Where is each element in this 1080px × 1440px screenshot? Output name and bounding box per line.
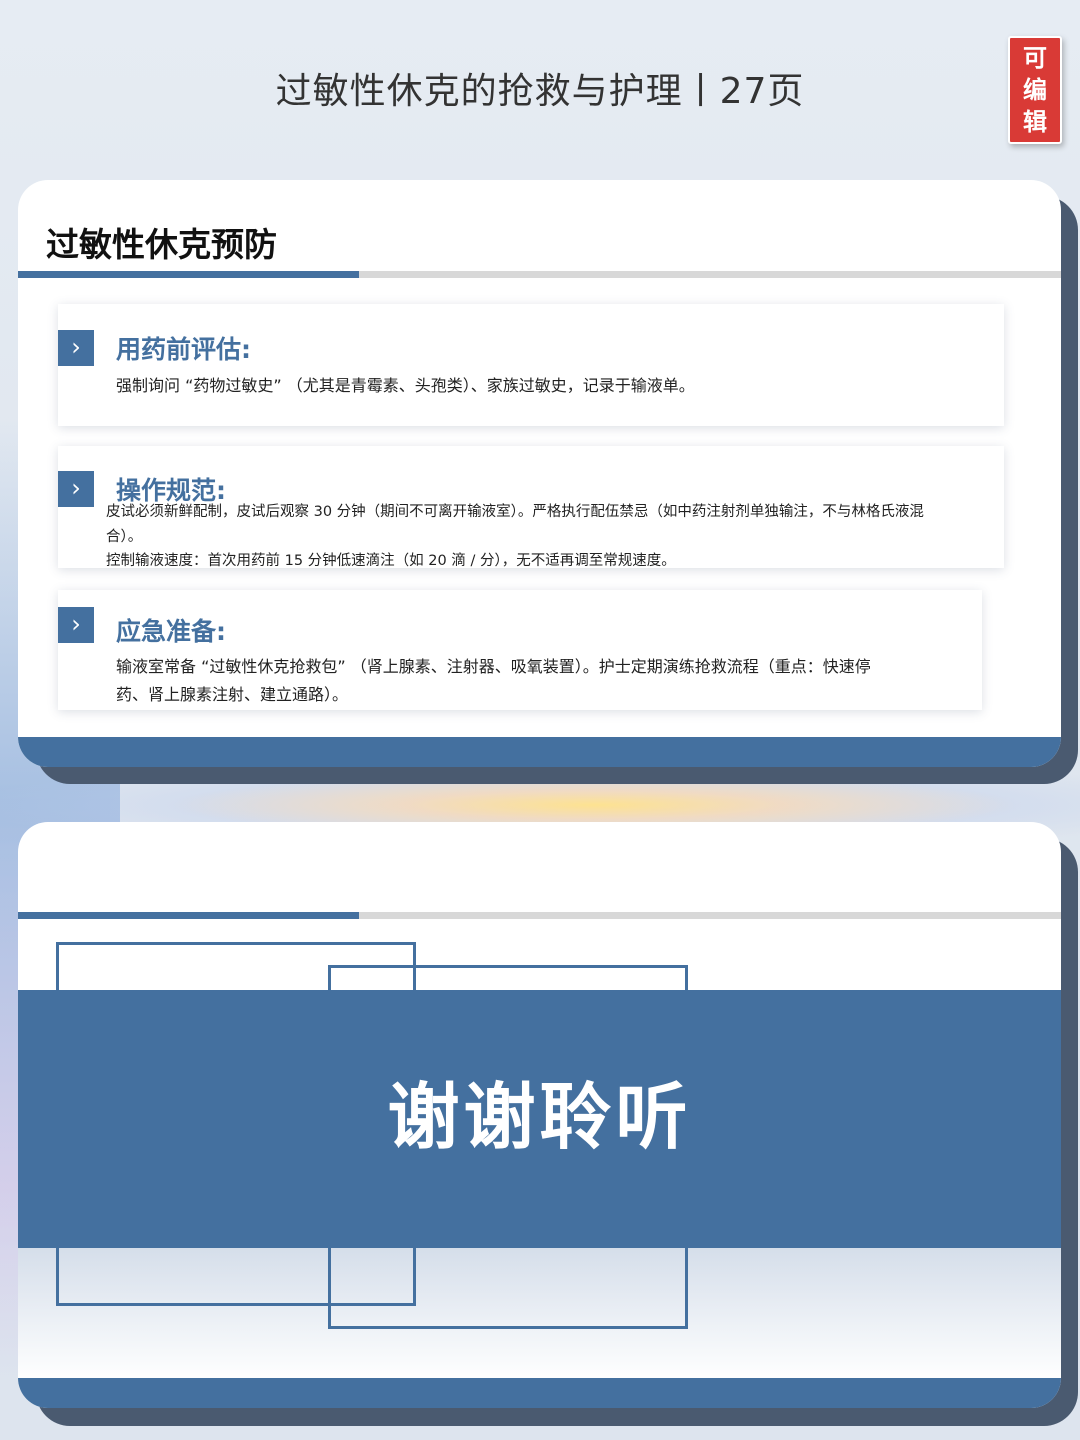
chevron-right-icon: › (58, 330, 94, 366)
card-text: 合）。 (106, 529, 143, 545)
slide-title: 过敏性休克预防 (46, 225, 277, 264)
card-text: 皮试必须新鲜配制，皮试后观察 30 分钟（期间不可离开输液室）。严格执行配伍禁忌… (106, 504, 924, 520)
card-text: 强制询问 “药物过敏史” （尤其是青霉素、头孢类）、家族过敏史，记录于输液单。 (116, 376, 695, 395)
slide-thanks: 谢谢聆听 (18, 822, 1061, 1408)
card-text: 药、肾上腺素注射、建立通路）。 (116, 685, 349, 704)
card-title: 用药前评估: (116, 335, 251, 364)
title-underline-accent (18, 912, 359, 919)
card-title: 应急准备: (116, 617, 226, 646)
chevron-right-icon: › (58, 607, 94, 643)
badge-char: 可 (1023, 44, 1047, 72)
page-header-title: 过敏性休克的抢救与护理丨27页 (275, 71, 805, 112)
slide-bottom-bar (18, 737, 1061, 767)
slide-prevention: 过敏性休克预防 › 用药前评估: 强制询问 “药物过敏史” （尤其是青霉素、头孢… (18, 180, 1061, 767)
decor-frame-lower (328, 1248, 688, 1329)
badge-char: 编 (1023, 76, 1047, 104)
slide-bottom-bar (18, 1378, 1061, 1408)
chevron-right-icon: › (58, 471, 94, 507)
card-text: 输液室常备 “过敏性休克抢救包” （肾上腺素、注射器、吸氧装置）。护士定期演练抢… (116, 657, 871, 676)
thanks-heading: 谢谢聆听 (387, 1075, 692, 1159)
card-text: 控制输液速度：首次用药前 15 分钟低速滴注（如 20 滴 / 分），无不适再调… (106, 553, 676, 569)
editable-badge: 可 编 辑 (1008, 36, 1062, 144)
title-underline-accent (18, 271, 359, 278)
badge-char: 辑 (1023, 108, 1047, 136)
